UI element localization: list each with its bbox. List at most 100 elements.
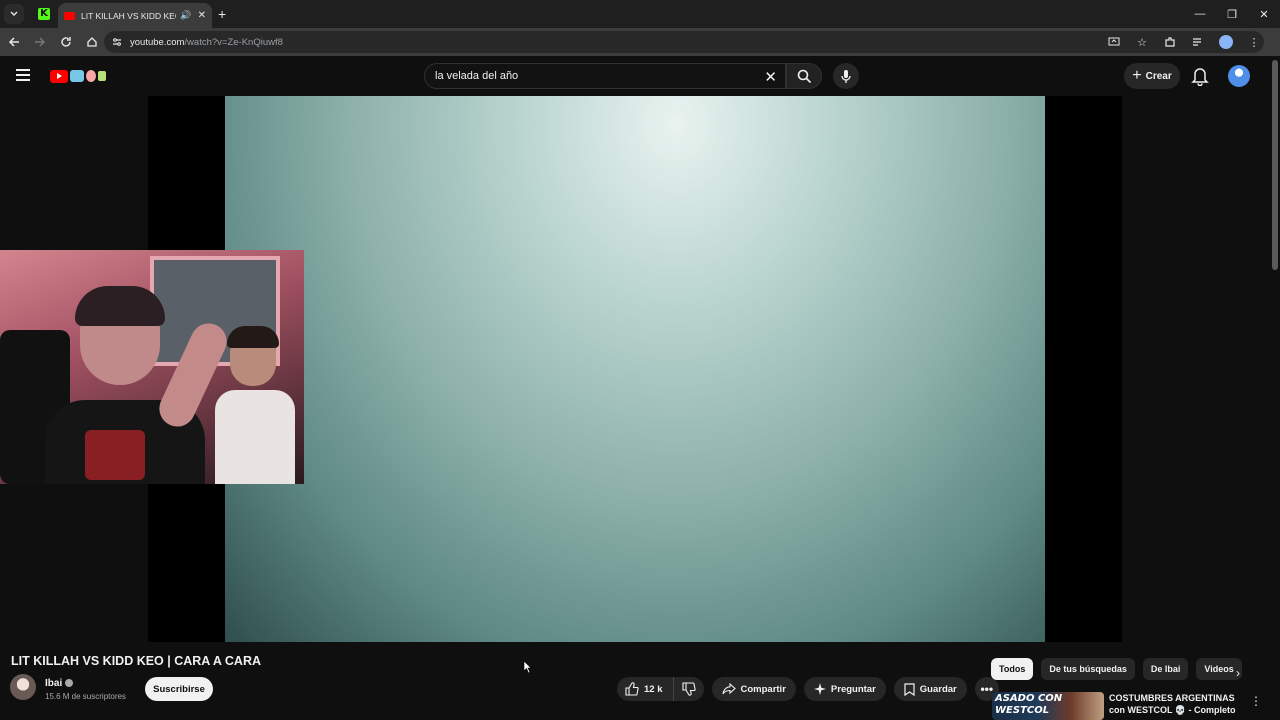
thumbnail-caption: ASADO CON WESTCOL: [995, 693, 1062, 717]
webcam-person-background: [215, 326, 295, 484]
notifications-bell-icon[interactable]: [1191, 66, 1209, 86]
cast-icon[interactable]: [1104, 32, 1124, 52]
channel-avatar[interactable]: [10, 674, 36, 700]
arrow-right-icon: [35, 37, 46, 47]
share-button[interactable]: Compartir: [711, 677, 796, 701]
thumbs-up-icon: [625, 682, 639, 696]
chip-todos[interactable]: Todos: [991, 658, 1034, 680]
tab-kick[interactable]: K: [30, 0, 58, 28]
close-window-button[interactable]: ✕: [1248, 0, 1280, 28]
search-input[interactable]: [435, 70, 755, 82]
new-tab-button[interactable]: +: [218, 6, 226, 22]
ask-label: Preguntar: [830, 683, 876, 695]
video-letterbox-right: [1045, 96, 1122, 642]
channel-name-row[interactable]: Ibai: [45, 678, 74, 689]
bookmark-icon: [904, 682, 915, 696]
recommended-title[interactable]: COSTUMBRES ARGENTINAS con WESTCOL 💀 - Co…: [1109, 692, 1237, 720]
back-button[interactable]: [2, 30, 26, 54]
save-button[interactable]: Guardar: [893, 677, 967, 701]
mouse-cursor-icon: [523, 660, 532, 674]
close-tab-icon[interactable]: ✕: [198, 10, 206, 21]
profile-icon[interactable]: [1216, 32, 1236, 52]
page-scrollbar[interactable]: [1272, 60, 1278, 270]
reload-icon: [61, 37, 71, 47]
browser-toolbar: youtube.com/watch?v=Ze-KnQiuwf8 ☆ ⋮: [0, 28, 1280, 56]
channel-name[interactable]: Ibai: [45, 678, 62, 689]
plus-icon: +: [1132, 67, 1142, 84]
like-count: 12 k: [644, 683, 663, 695]
restore-button[interactable]: ❐: [1216, 0, 1248, 28]
like-button[interactable]: 12 k: [617, 677, 674, 701]
url-text: youtube.com/watch?v=Ze-KnQiuwf8: [130, 37, 283, 48]
thumbnail-caption-line1: ASADO CON: [995, 693, 1063, 704]
youtube-favicon-icon: [64, 11, 75, 20]
site-info-icon[interactable]: [112, 37, 122, 47]
chip-videos[interactable]: Videos: [1196, 658, 1242, 680]
recommended-thumbnail[interactable]: ASADO CON WESTCOL: [992, 692, 1104, 720]
search-icon: [797, 69, 811, 83]
reload-button[interactable]: [54, 30, 78, 54]
sparkle-icon: [813, 683, 826, 695]
speaker-icon[interactable]: 🔊: [180, 10, 191, 21]
arrow-left-icon: [8, 37, 19, 47]
dislike-button[interactable]: [674, 677, 704, 701]
url-path: /watch?v=Ze-KnQiuwf8: [184, 36, 283, 48]
recommended-more-icon[interactable]: ⋮: [1250, 694, 1262, 708]
webcam-person-foreground: [25, 286, 233, 484]
browser-tabstrip: K LIT KILLAH VS KIDD KEO | C 🔊 ✕ + — ❐ ✕: [0, 0, 1280, 28]
video-frame[interactable]: [225, 96, 1045, 642]
ask-button[interactable]: Preguntar: [803, 677, 886, 701]
search-field[interactable]: ✕: [424, 63, 786, 89]
doodle-icon: [70, 69, 112, 83]
media-controls-icon[interactable]: [1188, 32, 1208, 52]
subscribe-button[interactable]: Suscribirse: [145, 677, 213, 701]
search-button[interactable]: [786, 63, 822, 89]
like-dislike-group: 12 k: [617, 677, 704, 701]
youtube-logo[interactable]: [50, 69, 112, 83]
recommended-title-line1: COSTUMBRES ARGENTINAS: [1109, 693, 1235, 703]
microphone-icon: [841, 69, 851, 83]
subscriber-count: 15.6 M de suscriptores: [45, 692, 126, 701]
tab-youtube-active[interactable]: LIT KILLAH VS KIDD KEO | C 🔊 ✕: [58, 3, 212, 28]
minimize-button[interactable]: —: [1184, 0, 1216, 28]
forward-button[interactable]: [28, 30, 52, 54]
create-label: Crear: [1145, 70, 1172, 82]
video-title: LIT KILLAH VS KIDD KEO | CARA A CARA: [11, 654, 262, 668]
youtube-play-icon: [50, 69, 68, 83]
chevron-down-icon: [10, 11, 18, 16]
recommended-video[interactable]: ASADO CON WESTCOL COSTUMBRES ARGENTINAS c…: [992, 692, 1237, 720]
video-player[interactable]: [0, 96, 1280, 642]
verified-badge-icon: [65, 679, 74, 688]
tab-title: LIT KILLAH VS KIDD KEO | C: [81, 10, 176, 21]
account-avatar[interactable]: [1228, 65, 1250, 87]
menu-icon[interactable]: [16, 69, 30, 81]
tab-search-button[interactable]: [4, 4, 24, 24]
clear-search-icon[interactable]: ✕: [764, 68, 777, 86]
youtube-header: ✕ + Crear: [0, 56, 1280, 96]
thumbs-down-icon: [681, 682, 696, 696]
chip-de-tus-busquedas[interactable]: De tus búsquedas: [1041, 658, 1135, 680]
save-label: Guardar: [919, 683, 957, 695]
home-button[interactable]: [80, 30, 104, 54]
omnibox-actions: ☆ ⋮: [1096, 31, 1264, 53]
video-actions: 12 k Compartir Preguntar Guardar •••: [617, 677, 1007, 701]
kick-icon: K: [38, 8, 50, 20]
chevron-right-icon[interactable]: ›: [1236, 666, 1240, 680]
chip-de-ibai[interactable]: De Ibai: [1142, 658, 1189, 680]
extensions-icon[interactable]: [1160, 32, 1180, 52]
share-icon: [721, 683, 736, 695]
thumbnail-caption-line2: WESTCOL: [995, 705, 1050, 716]
video-info-section: LIT KILLAH VS KIDD KEO | CARA A CARA Iba…: [0, 642, 1280, 720]
webcam-overlay: [0, 250, 304, 484]
create-button[interactable]: + Crear: [1124, 63, 1180, 89]
home-icon: [87, 37, 97, 47]
recommended-title-line2: con WESTCOL 💀 - Completo: [1109, 705, 1236, 715]
related-filter-chips: Todos De tus búsquedas De Ibai Videos: [991, 658, 1250, 680]
url-host: youtube.com: [130, 36, 185, 48]
voice-search-button[interactable]: [833, 63, 859, 89]
window-controls: — ❐ ✕: [1184, 0, 1280, 28]
address-bar[interactable]: youtube.com/watch?v=Ze-KnQiuwf8 ☆ ⋮: [104, 31, 1264, 53]
bookmark-star-icon[interactable]: ☆: [1132, 32, 1152, 52]
browser-menu-icon[interactable]: ⋮: [1244, 32, 1264, 52]
share-label: Compartir: [740, 683, 786, 695]
